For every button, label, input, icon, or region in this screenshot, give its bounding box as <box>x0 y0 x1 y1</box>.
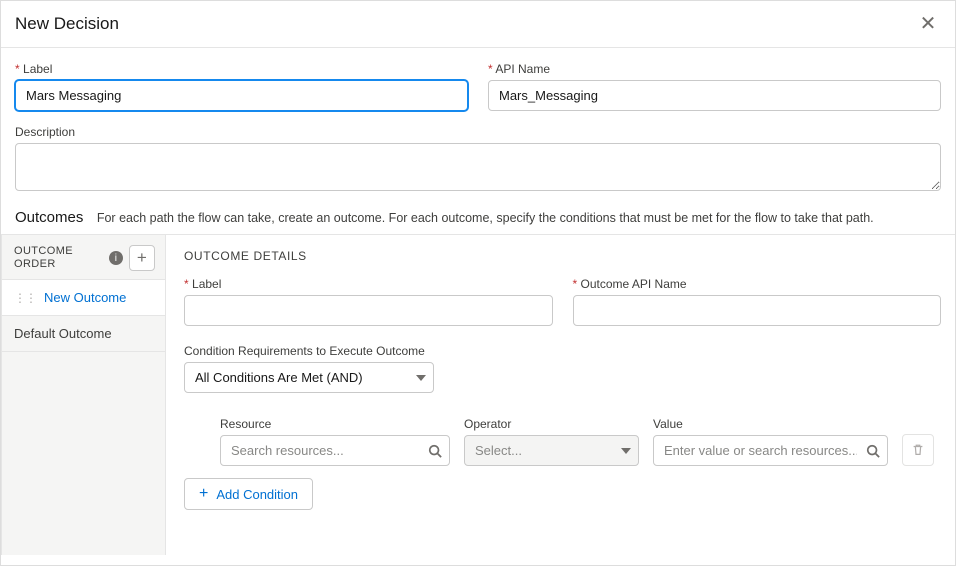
sidebar-item-label: New Outcome <box>44 290 126 305</box>
outcome-api-input[interactable] <box>573 295 942 326</box>
modal-body-top: Label API Name Description <box>1 48 955 191</box>
plus-icon: + <box>137 248 147 268</box>
api-name-input[interactable] <box>488 80 941 111</box>
description-textarea[interactable] <box>15 143 941 191</box>
resource-input[interactable] <box>220 435 450 466</box>
label-field-label: Label <box>15 62 468 76</box>
condition-req-value[interactable] <box>184 362 434 393</box>
outcomes-header: Outcomes For each path the flow can take… <box>1 195 955 234</box>
outcome-label-input[interactable] <box>184 295 553 326</box>
sidebar-item-new-outcome[interactable]: ⋮⋮ New Outcome <box>2 279 165 315</box>
modal-header: New Decision ✕ <box>1 1 955 48</box>
outcome-details-panel: OUTCOME DETAILS Label Outcome API Name C… <box>166 235 955 555</box>
condition-req-select[interactable] <box>184 362 434 393</box>
info-icon[interactable]: i <box>109 251 123 265</box>
add-condition-label: Add Condition <box>216 487 298 502</box>
delete-condition-button[interactable] <box>902 434 934 466</box>
plus-icon: + <box>199 486 208 502</box>
outcome-api-field-label: Outcome API Name <box>573 277 942 291</box>
sidebar-item-label: Default Outcome <box>14 326 112 341</box>
resource-label: Resource <box>220 417 450 431</box>
add-condition-button[interactable]: + Add Condition <box>184 478 313 510</box>
new-decision-modal: New Decision ✕ Label API Name Descriptio… <box>0 0 956 566</box>
outcome-details-title: OUTCOME DETAILS <box>184 249 941 263</box>
modal-title: New Decision <box>15 14 119 34</box>
outcomes-heading: Outcomes <box>15 209 83 226</box>
operator-value[interactable] <box>464 435 639 466</box>
drag-handle-icon[interactable]: ⋮⋮ <box>14 291 36 305</box>
operator-label: Operator <box>464 417 639 431</box>
close-button[interactable]: ✕ <box>917 13 939 35</box>
label-input[interactable] <box>15 80 468 111</box>
condition-req-label: Condition Requirements to Execute Outcom… <box>184 344 941 358</box>
add-outcome-button[interactable]: + <box>129 245 155 271</box>
api-name-field-label: API Name <box>488 62 941 76</box>
sidebar-item-default-outcome[interactable]: Default Outcome <box>2 315 165 352</box>
close-icon: ✕ <box>920 14 937 34</box>
outcomes-subtext: For each path the flow can take, create … <box>97 211 874 225</box>
operator-select[interactable] <box>464 435 639 466</box>
sidebar-header: OUTCOMEORDER i + <box>2 235 165 279</box>
description-label: Description <box>15 125 941 139</box>
outcome-order-sidebar: OUTCOMEORDER i + ⋮⋮ New Outcome Default … <box>1 235 166 555</box>
condition-row: Resource Operator <box>220 417 941 466</box>
trash-icon <box>911 443 925 457</box>
value-label: Value <box>653 417 888 431</box>
outcomes-split: OUTCOMEORDER i + ⋮⋮ New Outcome Default … <box>1 235 955 555</box>
outcome-order-label: OUTCOMEORDER <box>14 245 73 271</box>
outcome-label-field-label: Label <box>184 277 553 291</box>
value-input[interactable] <box>653 435 888 466</box>
